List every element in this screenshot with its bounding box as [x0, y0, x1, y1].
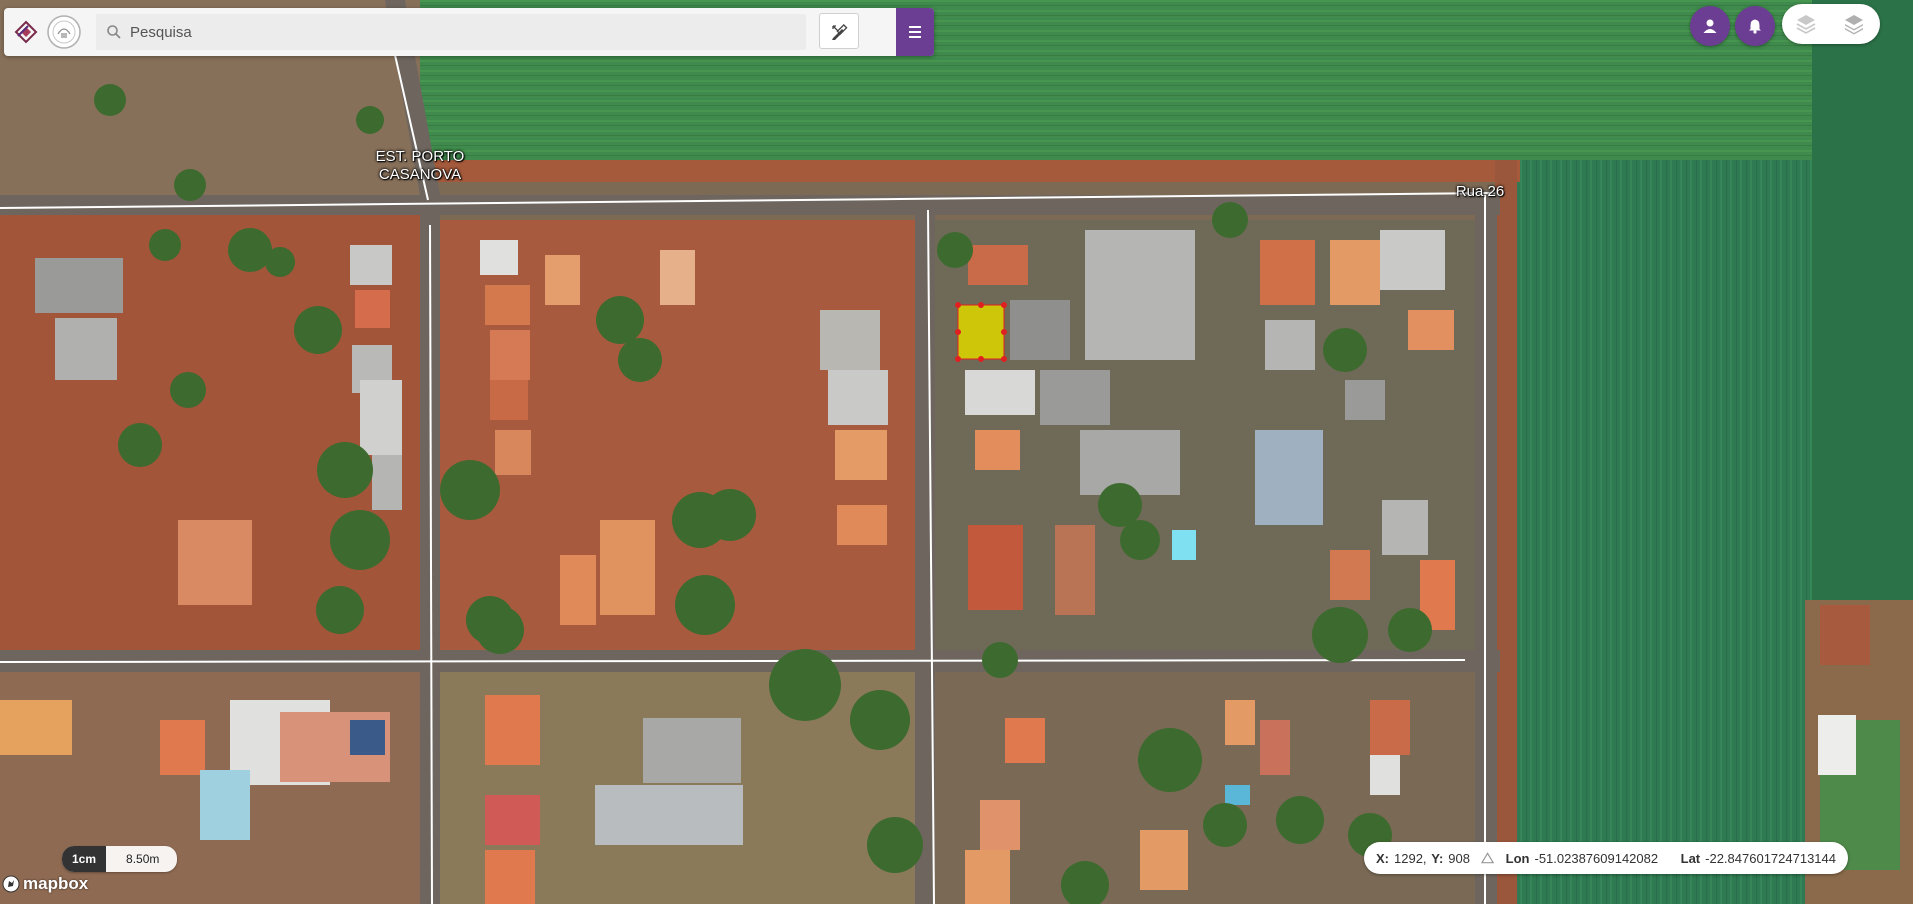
selected-parcel[interactable]: [955, 302, 1007, 362]
user-profile-button[interactable]: [1690, 6, 1730, 46]
crop-field-far-east: [1812, 0, 1913, 600]
layer-button-overlay[interactable]: [1836, 10, 1872, 38]
layers-icon: [1845, 15, 1863, 35]
bell-icon: [1749, 19, 1761, 34]
y-label: Y:: [1431, 850, 1444, 866]
lat-value: -22.847601724713144: [1705, 850, 1836, 866]
layer-switcher: [1782, 4, 1880, 44]
scale-unit: 1cm: [62, 846, 107, 872]
x-value: 1292,: [1394, 850, 1427, 866]
notifications-button[interactable]: [1735, 6, 1775, 46]
hamburger-menu-icon: [909, 26, 921, 38]
top-toolbar: [4, 8, 934, 56]
drawing-tools-button[interactable]: [819, 13, 859, 49]
municipal-seal-icon: [47, 15, 81, 49]
mapbox-icon: [2, 875, 20, 893]
coordinate-readout: X: 1292, Y: 908 Lon -51.02387609142082 L…: [1364, 842, 1848, 874]
layers-icon: [1796, 15, 1816, 34]
x-label: X:: [1376, 850, 1389, 866]
lat-label: Lat: [1680, 850, 1701, 866]
road-label-line: EST. PORTO: [375, 148, 465, 165]
mapbox-logo-text: mapbox: [23, 874, 89, 893]
search-icon: [107, 25, 121, 39]
search-input[interactable]: [126, 14, 804, 50]
pencil-ruler-icon: [832, 23, 848, 40]
scale-value: 8.50m: [126, 852, 160, 866]
user-icon: [1703, 19, 1717, 33]
map-app: EST. PORTO CASANOVA Rua 26 Pesquisa 1cm …: [0, 0, 1913, 904]
satellite-map[interactable]: [0, 0, 1913, 904]
layer-button-base[interactable]: [1788, 10, 1824, 38]
brand-logo-icon[interactable]: [14, 20, 38, 44]
lon-value: -51.02387609142082: [1534, 850, 1659, 866]
map-scale-bar: 1cm 8.50m: [62, 846, 178, 872]
lon-label: Lon: [1505, 850, 1530, 866]
crop-field-east: [1512, 160, 1812, 904]
main-menu-button[interactable]: [896, 8, 934, 56]
search-box: [96, 14, 806, 50]
road-label-line: CASANOVA: [378, 166, 462, 183]
mapbox-attribution-logo[interactable]: mapbox: [2, 874, 88, 894]
coordinate-triangle-icon: [1481, 852, 1495, 864]
road-label-est-porto-casanova: EST. PORTO CASANOVA: [370, 148, 470, 184]
road-label-rua-26: Rua 26: [1455, 183, 1505, 200]
y-value: 908: [1448, 850, 1470, 866]
